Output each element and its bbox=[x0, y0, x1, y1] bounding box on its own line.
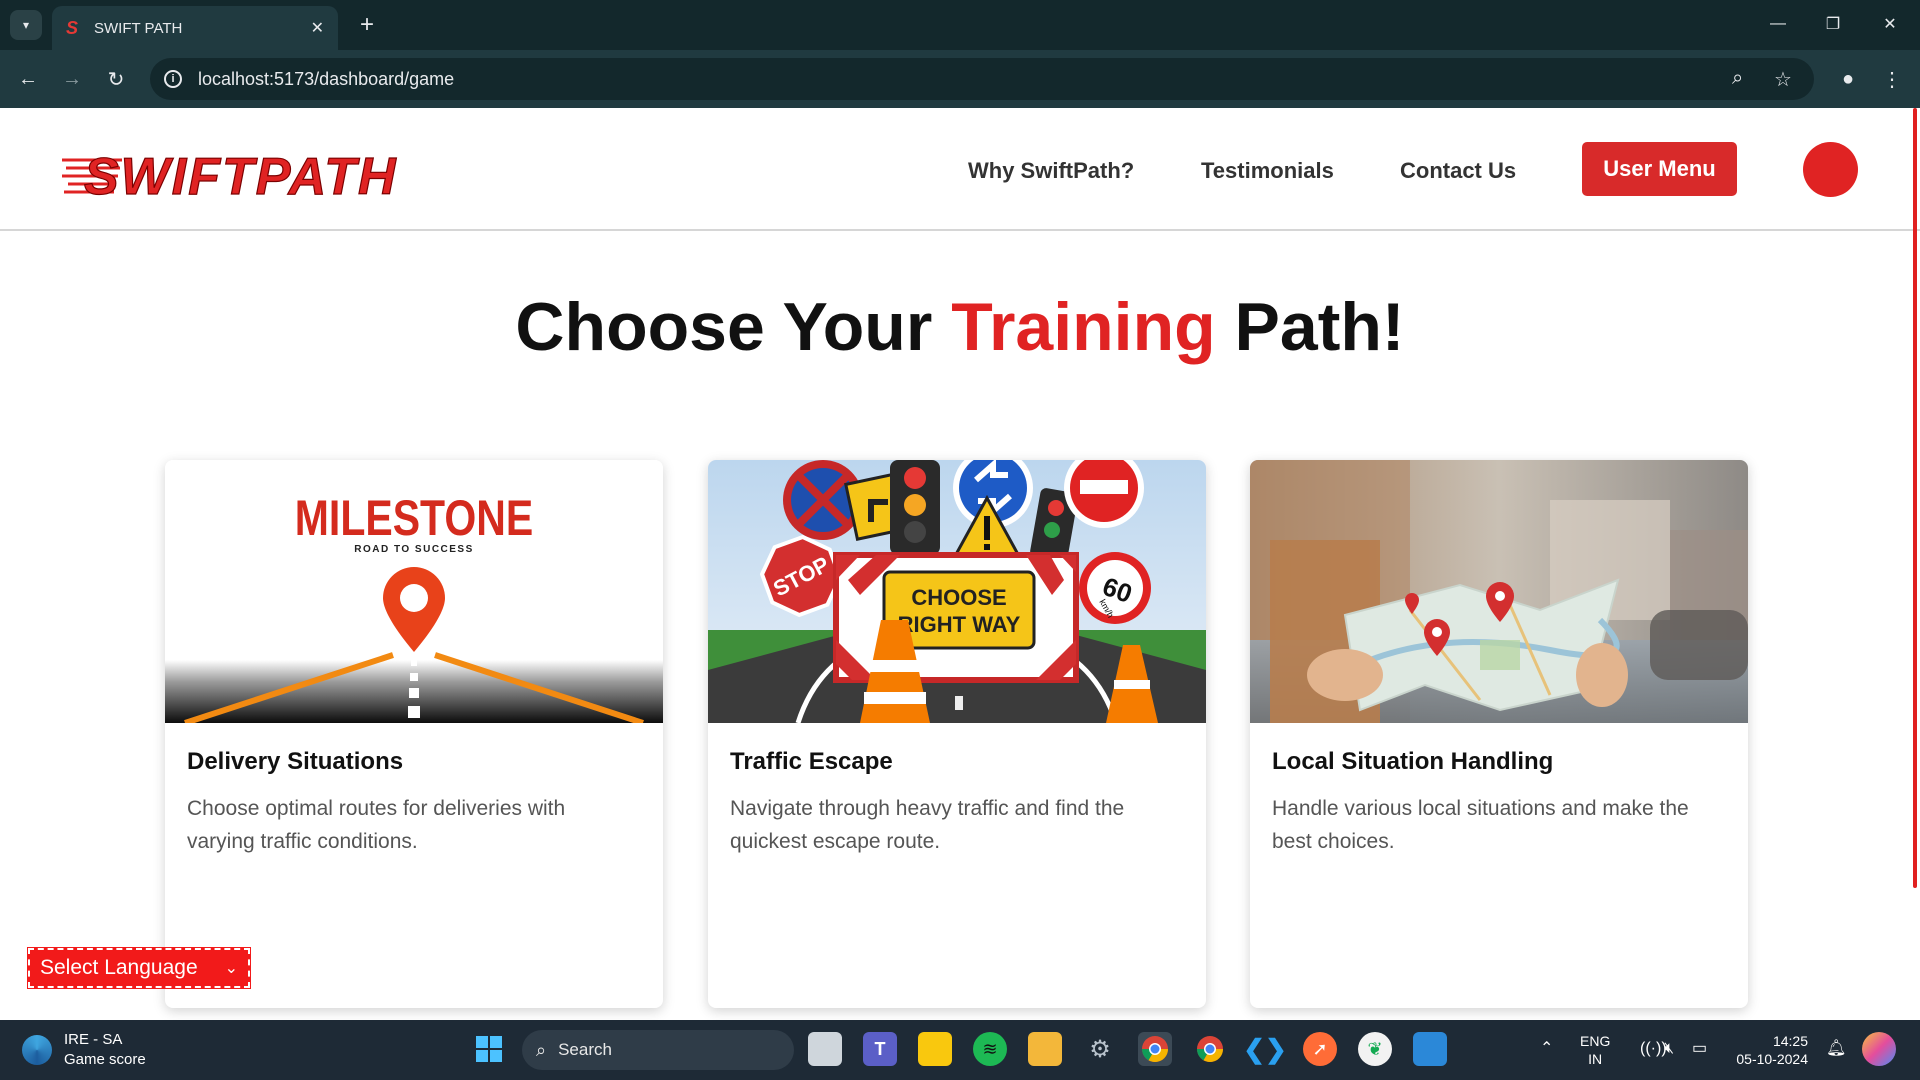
windows-start-icon[interactable] bbox=[472, 1032, 506, 1066]
taskbar-search-box[interactable]: ⌕ Search bbox=[522, 1030, 794, 1070]
address-bar[interactable]: i localhost:5173/dashboard/game ⌕ ☆ bbox=[150, 58, 1814, 100]
zoom-icon[interactable]: ⌕ bbox=[1732, 67, 1743, 90]
browser-toolbar: ← → ↻ i localhost:5173/dashboard/game ⌕ … bbox=[0, 50, 1920, 108]
card-local-situation-handling[interactable]: Local Situation Handling Handle various … bbox=[1250, 460, 1748, 1008]
minimize-window-button[interactable]: — bbox=[1758, 8, 1798, 40]
site-info-icon[interactable]: i bbox=[164, 70, 182, 88]
spotify-icon[interactable]: ≋ bbox=[973, 1032, 1007, 1066]
swiftpath-favicon-icon: S bbox=[66, 18, 79, 38]
close-window-button[interactable]: ✕ bbox=[1870, 8, 1910, 40]
photos-icon[interactable] bbox=[1413, 1032, 1447, 1066]
profile-icon[interactable]: ● bbox=[1832, 63, 1864, 95]
browser-tab-bar: ▾ S SWIFT PATH ✕ + — ❐ ✕ bbox=[0, 0, 1920, 50]
task-view-icon[interactable] bbox=[808, 1032, 842, 1066]
language-select[interactable]: Select Language ⌄ bbox=[27, 947, 251, 989]
volume-muted-icon[interactable]: 🔇︎ bbox=[1664, 1040, 1674, 1058]
reload-button[interactable]: ↻ bbox=[100, 63, 132, 95]
postman-icon[interactable]: ➚ bbox=[1303, 1032, 1337, 1066]
news-widget[interactable]: IRE - SA Game score bbox=[22, 1030, 146, 1070]
card-title: Local Situation Handling bbox=[1272, 748, 1554, 775]
swiftpath-logo[interactable]: SWIFTPATH bbox=[62, 146, 492, 202]
traffic-signs-image: STOP 60 km/h CHOOSE RIGHT WAY bbox=[708, 460, 1206, 723]
input-language-indicator[interactable]: ENG IN bbox=[1580, 1032, 1610, 1068]
close-tab-icon[interactable]: ✕ bbox=[311, 18, 324, 38]
mongodb-compass-icon[interactable]: ❦ bbox=[1358, 1032, 1392, 1066]
milestone-image: MILESTONE ROAD TO SUCCESS bbox=[165, 460, 663, 723]
url-text: localhost:5173/dashboard/game bbox=[198, 68, 455, 89]
card-title: Delivery Situations bbox=[187, 748, 404, 775]
sticky-notes-icon[interactable] bbox=[918, 1032, 952, 1066]
show-hidden-icons-chevron-icon[interactable]: ⌃ bbox=[1540, 1040, 1553, 1058]
nav-testimonials[interactable]: Testimonials bbox=[1201, 158, 1334, 184]
map-in-hands-image bbox=[1250, 460, 1748, 723]
web-page: SWIFTPATH Why SwiftPath? Testimonials Co… bbox=[0, 108, 1920, 1020]
restore-window-button[interactable]: ❐ bbox=[1813, 8, 1853, 40]
widget-line-2: Game score bbox=[64, 1051, 146, 1068]
tab-title: SWIFT PATH bbox=[94, 19, 183, 37]
logo-text: SWIFTPATH bbox=[84, 148, 398, 202]
browser-menu-icon[interactable]: ⋮ bbox=[1876, 63, 1908, 95]
clock[interactable]: 14:25 05-10-2024 bbox=[1730, 1032, 1808, 1068]
site-header: SWIFTPATH Why SwiftPath? Testimonials Co… bbox=[0, 108, 1920, 231]
card-description: Handle various local situations and make… bbox=[1272, 797, 1689, 853]
card-title: Traffic Escape bbox=[730, 748, 893, 775]
card-description: Choose optimal routes for deliveries wit… bbox=[187, 797, 566, 853]
page-scrollbar[interactable] bbox=[1913, 108, 1917, 888]
milestone-image-title: MILESTONE bbox=[295, 490, 533, 546]
nav-why-swiftpath[interactable]: Why SwiftPath? bbox=[968, 158, 1134, 184]
cricket-score-icon bbox=[22, 1035, 52, 1065]
new-tab-button[interactable]: + bbox=[352, 10, 382, 40]
chevron-down-icon: ⌄ bbox=[224, 960, 238, 977]
teams-icon[interactable]: T bbox=[863, 1032, 897, 1066]
choose-sign-line-1: CHOOSE bbox=[911, 585, 1006, 610]
bookmark-star-icon[interactable]: ☆ bbox=[1774, 67, 1792, 92]
user-avatar[interactable] bbox=[1803, 142, 1858, 197]
windows-taskbar: IRE - SA Game score ⌕ Search T ≋ ⚙ ❮❯ ➚ … bbox=[0, 1020, 1920, 1080]
nav-contact-us[interactable]: Contact Us bbox=[1400, 158, 1516, 184]
vscode-icon[interactable]: ❮❯ bbox=[1243, 1032, 1287, 1066]
search-icon: ⌕ bbox=[536, 1039, 547, 1060]
widget-line-1: IRE - SA bbox=[64, 1031, 123, 1048]
language-select-label: Select Language bbox=[40, 956, 198, 979]
taskbar-search-label: Search bbox=[558, 1040, 612, 1059]
page-title: Choose Your Training Path! bbox=[0, 288, 1920, 366]
tab-search-button[interactable]: ▾ bbox=[10, 10, 42, 40]
wifi-icon[interactable]: ((·)) bbox=[1640, 1040, 1667, 1058]
clock-date: 05-10-2024 bbox=[1736, 1051, 1808, 1067]
milestone-image-subtitle: ROAD TO SUCCESS bbox=[354, 544, 474, 555]
copilot-icon[interactable] bbox=[1862, 1032, 1896, 1066]
forward-button[interactable]: → bbox=[56, 63, 88, 95]
input-language-line-1: ENG bbox=[1580, 1033, 1611, 1049]
clock-time: 14:25 bbox=[1772, 1033, 1808, 1049]
card-traffic-escape[interactable]: STOP 60 km/h CHOOSE RIGHT WAY Traffic Es… bbox=[708, 460, 1206, 1008]
battery-icon[interactable]: ▭ bbox=[1692, 1040, 1707, 1058]
choose-sign-line-2: RIGHT WAY bbox=[898, 612, 1021, 637]
back-button[interactable]: ← bbox=[12, 63, 44, 95]
input-language-line-2: IN bbox=[1588, 1051, 1603, 1067]
chrome-active-icon[interactable] bbox=[1138, 1032, 1172, 1066]
notification-bell-icon[interactable]: 🔔︎ bbox=[1826, 1040, 1846, 1058]
card-description: Navigate through heavy traffic and find … bbox=[730, 797, 1125, 853]
title-part-2: Path! bbox=[1215, 289, 1405, 365]
card-delivery-situations[interactable]: MILESTONE ROAD TO SUCCESS Delivery Situa… bbox=[165, 460, 663, 1008]
user-menu-button[interactable]: User Menu bbox=[1582, 142, 1737, 196]
file-explorer-icon[interactable] bbox=[1028, 1032, 1062, 1066]
settings-gear-icon[interactable]: ⚙ bbox=[1083, 1032, 1117, 1066]
title-accent: Training bbox=[951, 289, 1216, 365]
browser-tab-active[interactable]: S SWIFT PATH ✕ bbox=[52, 6, 338, 50]
title-part-1: Choose Your bbox=[515, 289, 952, 365]
chrome-icon[interactable] bbox=[1193, 1032, 1227, 1066]
